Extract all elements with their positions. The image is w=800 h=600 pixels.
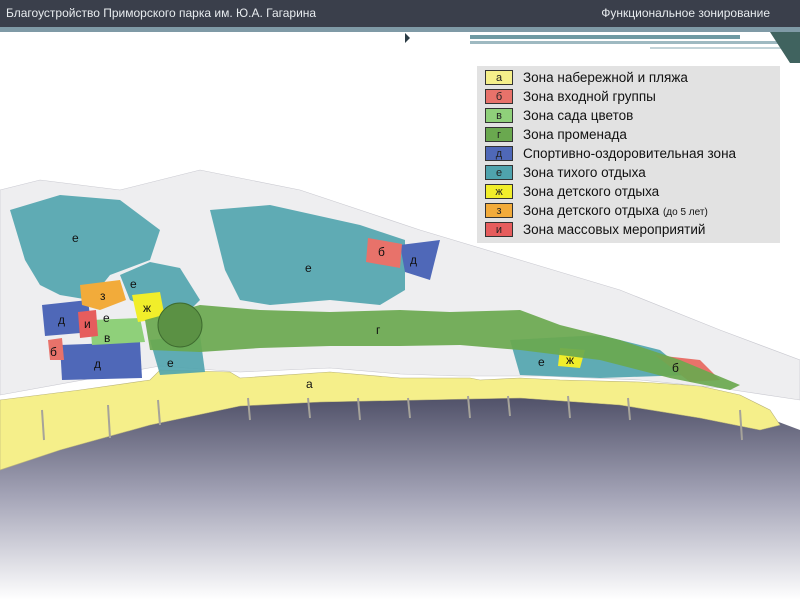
- map-label-d: д: [58, 313, 65, 327]
- map-label-d: д: [410, 253, 417, 267]
- map-label-e: е: [72, 231, 79, 245]
- map-label-b: б: [378, 245, 385, 259]
- map-label-zh: ж: [143, 301, 151, 315]
- map-label-i: и: [84, 317, 91, 331]
- map-label-e: е: [538, 355, 545, 369]
- map-label-z: з: [100, 289, 106, 303]
- legend-item: г Зона променада: [485, 126, 777, 144]
- legend-label: Зона сада цветов: [523, 108, 634, 123]
- map-label-zh: ж: [566, 353, 574, 367]
- legend-item: б Зона входной группы: [485, 88, 777, 106]
- section-title: Функциональное зонирование: [601, 6, 770, 20]
- map-label-d: д: [94, 357, 101, 371]
- legend-swatch: а: [485, 70, 513, 85]
- map-label-e: е: [103, 311, 110, 325]
- page-title: Благоустройство Приморского парка им. Ю.…: [6, 6, 317, 20]
- map-label-e: е: [167, 356, 174, 370]
- legend-label: Зона променада: [523, 127, 627, 142]
- map-label-v: в: [104, 331, 110, 345]
- map-label-b: б: [50, 345, 57, 359]
- header-decoration: [0, 27, 800, 63]
- park-zoning-map: е е е е е е б б б д д д з ж ж и в г а: [0, 169, 800, 600]
- legend-swatch: г: [485, 127, 513, 142]
- promenade-roundabout: [157, 302, 203, 348]
- map-label-a: а: [306, 377, 313, 391]
- zone-flower-garden: [90, 318, 145, 345]
- legend-label: Зона входной группы: [523, 89, 656, 104]
- map-label-g: г: [376, 323, 381, 337]
- header-bar: Благоустройство Приморского парка им. Ю.…: [0, 0, 800, 27]
- map-label-e: е: [130, 277, 137, 291]
- legend-item: а Зона набережной и пляжа: [485, 69, 777, 87]
- map-label-e: е: [305, 261, 312, 275]
- legend-label: Зона набережной и пляжа: [523, 70, 688, 85]
- legend-swatch: б: [485, 89, 513, 104]
- legend-swatch: в: [485, 108, 513, 123]
- legend-item: в Зона сада цветов: [485, 107, 777, 125]
- map-label-b: б: [672, 361, 679, 375]
